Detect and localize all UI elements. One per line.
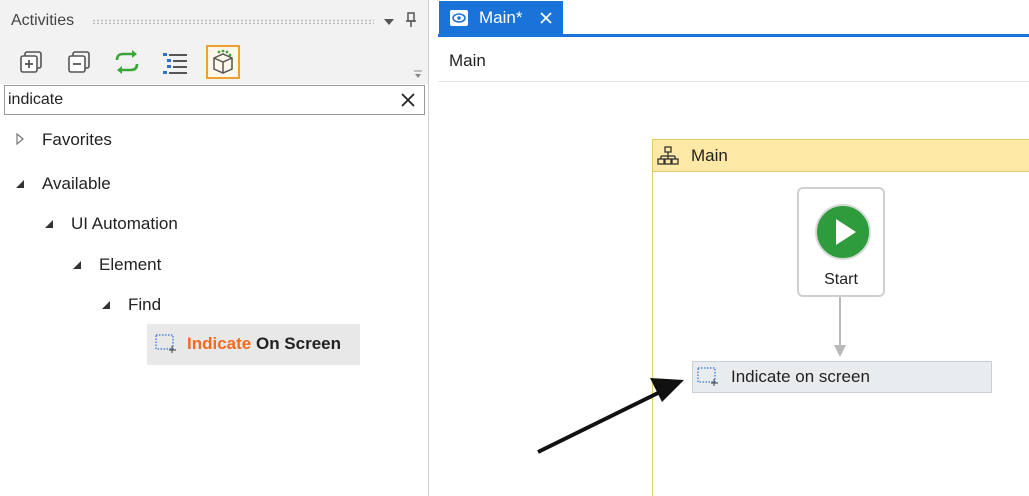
panel-title: Activities: [11, 12, 75, 29]
indicate-screen-icon: [155, 334, 176, 353]
flowchart-icon: [657, 146, 679, 165]
activities-search: [4, 85, 425, 115]
document-tab-strip: Main*: [438, 0, 1029, 37]
tree-label-available: Available: [42, 174, 111, 193]
list-icon: [163, 53, 187, 74]
tree-node-available[interactable]: Available: [0, 172, 420, 196]
indicate-screen-icon: [697, 367, 718, 386]
collapse-arrow-icon[interactable]: [100, 299, 112, 311]
panel-drag-grip[interactable]: [92, 19, 374, 24]
start-label: Start: [824, 271, 858, 288]
tree-label-find: Find: [128, 295, 162, 314]
indicate-on-screen-activity[interactable]: Indicate on screen: [692, 361, 992, 393]
tab-main[interactable]: Main*: [439, 1, 563, 34]
package-icon: [213, 49, 233, 74]
expand-all-icon: [20, 51, 42, 73]
flowchart-header[interactable]: Main: [653, 139, 1029, 172]
collapse-arrow-icon[interactable]: [71, 259, 83, 271]
tree-label-element: Element: [99, 255, 162, 274]
activities-panel: Activities indicate Favorites Available …: [0, 0, 429, 496]
tree-node-ui-automation[interactable]: UI Automation: [0, 212, 420, 236]
close-icon[interactable]: [400, 92, 416, 108]
toolbar-overflow-icon[interactable]: [413, 66, 423, 78]
start-node[interactable]: Start: [797, 187, 885, 297]
collapse-arrow-icon[interactable]: [14, 178, 26, 190]
pin-icon[interactable]: [403, 11, 419, 29]
collapse-arrow-icon[interactable]: [43, 218, 55, 230]
workflow-file-icon: [450, 10, 468, 26]
expand-arrow-icon[interactable]: [14, 133, 26, 145]
play-icon: [815, 204, 871, 260]
tree-node-favorites[interactable]: Favorites: [0, 128, 420, 152]
activity-label: Indicate on screen: [731, 367, 870, 386]
close-icon[interactable]: [539, 11, 553, 25]
activity-item-label: Indicate On Screen: [187, 334, 341, 354]
panel-header: Activities: [0, 0, 428, 40]
view-options-button[interactable]: [158, 45, 192, 79]
activity-item-rest-text: On Screen: [251, 334, 342, 353]
tree-node-find[interactable]: Find: [0, 293, 420, 317]
breadcrumb[interactable]: Main: [449, 51, 486, 71]
breadcrumb-bar: Main: [438, 37, 1029, 82]
flowchart-title: Main: [691, 146, 728, 165]
tree-label-favorites: Favorites: [42, 130, 112, 149]
search-input[interactable]: [8, 89, 388, 111]
flow-connector[interactable]: [833, 297, 847, 361]
expand-all-button[interactable]: [14, 45, 48, 79]
show-packages-button[interactable]: [206, 45, 240, 79]
chevron-down-icon[interactable]: [381, 14, 397, 30]
search-match-text: Indicate: [187, 334, 252, 353]
activities-toolbar: [0, 40, 428, 84]
tree-label-ui-automation: UI Automation: [71, 214, 178, 233]
collapse-all-icon: [68, 51, 90, 73]
refresh-button[interactable]: [110, 45, 144, 79]
tab-main-label: Main*: [479, 8, 523, 27]
tree-node-element[interactable]: Element: [0, 253, 420, 277]
collapse-all-button[interactable]: [62, 45, 96, 79]
refresh-icon: [115, 50, 139, 74]
activity-item-indicate-on-screen[interactable]: Indicate On Screen: [147, 324, 360, 365]
